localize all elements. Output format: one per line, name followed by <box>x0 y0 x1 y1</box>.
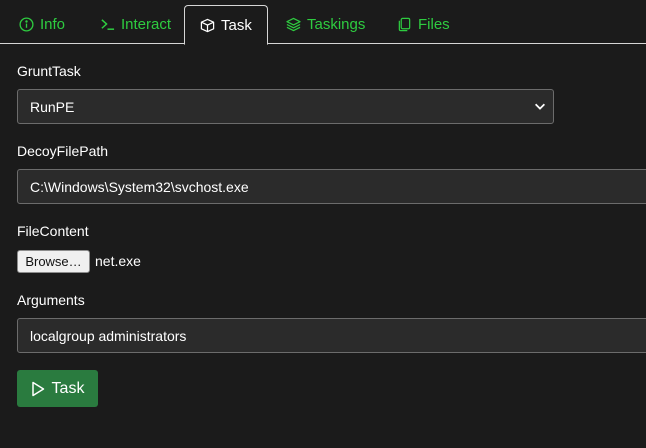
tab-label: Task <box>221 16 252 34</box>
file-content-label: FileContent <box>17 223 89 239</box>
browse-button[interactable]: Browse… <box>17 250 90 273</box>
tab-info[interactable]: Info <box>19 5 65 44</box>
chevron-down-icon <box>535 103 545 110</box>
box-icon <box>200 18 215 32</box>
tab-task[interactable]: Task <box>184 5 268 45</box>
submit-task-label: Task <box>51 379 85 397</box>
tab-taskings[interactable]: Taskings <box>286 5 365 44</box>
arguments-label: Arguments <box>17 292 85 308</box>
decoy-file-path-input[interactable]: C:\Windows\System32\svchost.exe <box>17 169 646 204</box>
tab-label: Interact <box>121 16 172 33</box>
files-icon <box>398 17 411 32</box>
grunt-task-select[interactable]: RunPE <box>17 89 554 124</box>
submit-task-button[interactable]: Task <box>17 370 98 407</box>
tab-label: Info <box>40 16 66 33</box>
tab-interact[interactable]: Interact <box>100 5 171 44</box>
decoy-file-path-value: C:\Windows\System32\svchost.exe <box>30 178 249 195</box>
tab-label: Taskings <box>307 16 366 33</box>
layers-icon <box>286 17 301 32</box>
arguments-input[interactable]: localgroup administrators <box>17 318 646 353</box>
grunt-task-value: RunPE <box>30 98 75 115</box>
grunt-task-label: GruntTask <box>17 63 81 79</box>
tab-bar: Info Interact Task Taskings Files <box>0 0 646 45</box>
decoy-file-path-label: DecoyFilePath <box>17 143 109 159</box>
terminal-icon <box>101 19 115 30</box>
tab-files[interactable]: Files <box>397 5 450 44</box>
selected-file-name: net.exe <box>95 253 141 269</box>
info-circle-icon <box>19 17 34 32</box>
play-icon <box>31 381 44 396</box>
arguments-value: localgroup administrators <box>30 327 187 344</box>
tab-label: Files <box>418 16 450 33</box>
